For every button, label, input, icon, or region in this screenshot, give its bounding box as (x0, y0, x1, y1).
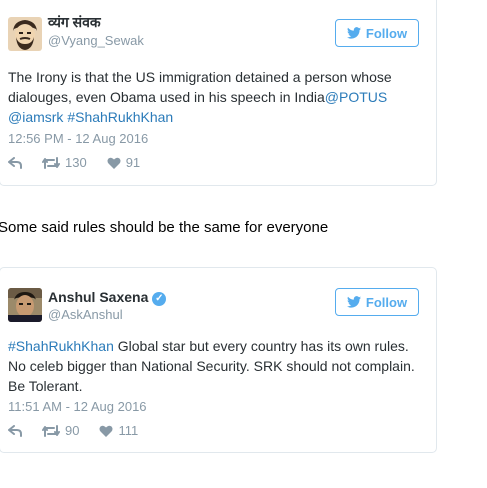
tweet-text: The Irony is that the US immigration det… (8, 67, 428, 127)
display-name-text: Anshul Saxena (48, 289, 149, 305)
avatar[interactable] (8, 288, 42, 322)
timestamp[interactable]: 12:56 PM - 12 Aug 2016 (8, 131, 148, 146)
reply-icon (8, 156, 22, 169)
tweet-card: Anshul Saxena ✓ @AskAnshul Follow #ShahRu… (0, 267, 437, 453)
like-count: 111 (118, 423, 139, 438)
avatar[interactable] (8, 17, 42, 51)
twitter-bird-icon (346, 27, 361, 39)
reply-button[interactable] (8, 156, 22, 169)
mention-link[interactable]: @POTUS (325, 89, 387, 105)
retweet-button[interactable]: 90 (42, 423, 79, 438)
hashtag-link[interactable]: #ShahRukhKhan (8, 338, 114, 354)
follow-button[interactable]: Follow (335, 19, 419, 47)
follow-label: Follow (365, 25, 408, 41)
action-bar: 130 91 (8, 155, 160, 170)
reply-icon (8, 424, 22, 437)
retweet-count: 130 (65, 155, 87, 170)
display-name[interactable]: Anshul Saxena ✓ (48, 289, 167, 306)
like-count: 91 (125, 155, 141, 170)
retweet-button[interactable]: 130 (42, 155, 87, 170)
like-button[interactable]: 111 (99, 423, 138, 438)
display-name[interactable]: व्यंग संवक (48, 13, 101, 32)
mention-link[interactable]: @iamsrk (8, 109, 63, 125)
heart-icon (107, 157, 121, 169)
timestamp[interactable]: 11:51 AM - 12 Aug 2016 (8, 399, 147, 414)
user-handle[interactable]: @Vyang_Sewak (48, 33, 144, 48)
retweet-icon (42, 156, 60, 169)
like-button[interactable]: 91 (107, 155, 140, 170)
retweet-icon (42, 424, 60, 437)
retweet-count: 90 (65, 423, 80, 438)
tweet-text: #ShahRukhKhan Global star but every coun… (8, 336, 428, 396)
caption-text: Some said rules should be the same for e… (0, 219, 329, 236)
twitter-bird-icon (346, 296, 361, 308)
follow-label: Follow (365, 294, 408, 310)
verified-badge-icon: ✓ (152, 292, 167, 306)
hashtag-link[interactable]: #ShahRukhKhan (67, 109, 173, 125)
user-handle[interactable]: @AskAnshul (48, 307, 123, 322)
action-bar: 90 111 (8, 423, 158, 438)
tweet-card: व्यंग संवक @Vyang_Sewak Follow The Irony… (0, 0, 437, 186)
heart-icon (99, 425, 113, 437)
follow-button[interactable]: Follow (335, 288, 419, 316)
reply-button[interactable] (8, 424, 22, 437)
